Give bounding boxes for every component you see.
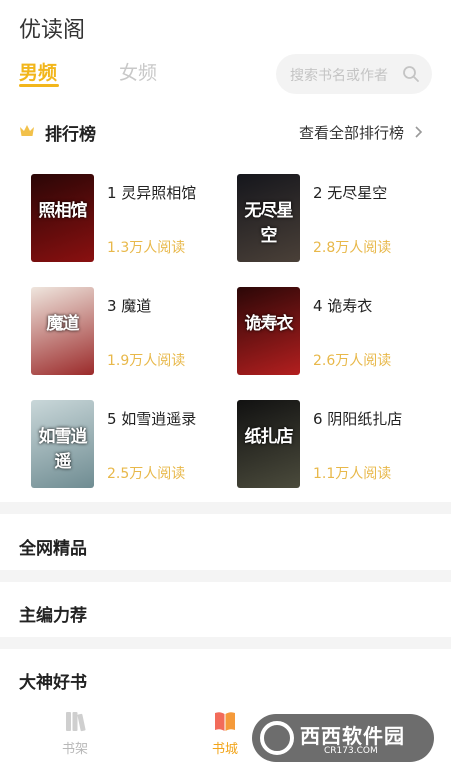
chevron-right-icon[interactable] xyxy=(413,125,423,139)
nav-bookshelf-label: 书架 xyxy=(61,742,88,757)
read-count: 2.8万人阅读 xyxy=(313,240,392,256)
search-icon[interactable] xyxy=(402,65,420,83)
tab-active-indicator xyxy=(19,84,59,87)
search-placeholder: 搜索书名或作者 xyxy=(290,68,388,84)
tab-male-label: 男频 xyxy=(19,62,58,84)
read-count: 1.1万人阅读 xyxy=(313,466,392,482)
cover-title: 魔道 xyxy=(46,314,80,334)
watermark-logo: 西西软件园 CR173.COM xyxy=(252,714,434,762)
search-input[interactable]: 搜索书名或作者 xyxy=(276,54,432,94)
book-item[interactable]: 纸扎店 6 阴阳纸扎店 1.1万人阅读 xyxy=(237,400,437,490)
tab-male[interactable]: 男频 xyxy=(19,58,59,87)
book-title[interactable]: 1 灵异照相馆 xyxy=(107,182,196,203)
book-title[interactable]: 6 阴阳纸扎店 xyxy=(313,408,402,429)
read-count: 2.6万人阅读 xyxy=(313,353,392,369)
book-title[interactable]: 4 诡寿衣 xyxy=(313,295,372,316)
watermark-emblem xyxy=(260,721,294,755)
cover-title: 无尽星空 xyxy=(244,201,294,246)
read-count: 1.9万人阅读 xyxy=(107,353,186,369)
bookshelf-icon xyxy=(66,712,86,732)
book-title[interactable]: 3 魔道 xyxy=(107,295,151,316)
read-count: 2.5万人阅读 xyxy=(107,466,186,482)
section-premium[interactable]: 全网精品 xyxy=(19,534,87,559)
book-title[interactable]: 2 无尽星空 xyxy=(313,182,387,203)
nav-bookstore[interactable]: 书城 xyxy=(195,708,255,757)
nav-bookshelf[interactable]: 书架 xyxy=(45,708,105,757)
cover-title: 纸扎店 xyxy=(244,427,294,447)
section-editor-picks[interactable]: 主编力荐 xyxy=(19,601,87,626)
cover-title: 如雪逍遥 xyxy=(38,427,88,472)
book-item[interactable]: 诡寿衣 4 诡寿衣 2.6万人阅读 xyxy=(237,287,437,377)
book-cover[interactable]: 无尽星空 xyxy=(237,174,300,262)
ranking-header: 排行榜 查看全部排行榜 xyxy=(0,116,451,148)
book-cover[interactable]: 照相馆 xyxy=(31,174,94,262)
book-cover[interactable]: 如雪逍遥 xyxy=(31,400,94,488)
ranking-title: 排行榜 xyxy=(45,125,96,145)
app-title: 优读阁 xyxy=(19,18,86,43)
book-item[interactable]: 照相馆 1 灵异照相馆 1.3万人阅读 xyxy=(31,174,231,264)
cover-title: 诡寿衣 xyxy=(244,314,294,334)
book-item[interactable]: 无尽星空 2 无尽星空 2.8万人阅读 xyxy=(237,174,437,264)
read-count: 1.3万人阅读 xyxy=(107,240,186,256)
book-cover[interactable]: 诡寿衣 xyxy=(237,287,300,375)
watermark-brand: 西西软件园 xyxy=(300,724,405,748)
watermark-url: CR173.COM xyxy=(324,746,378,756)
book-item[interactable]: 如雪逍遥 5 如雪逍遥录 2.5万人阅读 xyxy=(31,400,231,490)
section-divider xyxy=(0,502,451,514)
view-all-ranking-link[interactable]: 查看全部排行榜 xyxy=(299,122,404,143)
section-divider xyxy=(0,570,451,582)
book-title[interactable]: 5 如雪逍遥录 xyxy=(107,408,196,429)
book-cover[interactable]: 纸扎店 xyxy=(237,400,300,488)
section-divider xyxy=(0,637,451,649)
tab-female-label: 女频 xyxy=(119,62,158,84)
nav-bookstore-label: 书城 xyxy=(211,742,238,757)
crown-icon xyxy=(20,125,34,136)
tab-female[interactable]: 女频 xyxy=(119,58,157,85)
book-item[interactable]: 魔道 3 魔道 1.9万人阅读 xyxy=(31,287,231,377)
bookstore-icon xyxy=(215,712,235,731)
section-top-authors[interactable]: 大神好书 xyxy=(19,668,87,693)
channel-tabs: 男频 女频 xyxy=(19,58,219,92)
book-cover[interactable]: 魔道 xyxy=(31,287,94,375)
cover-title: 照相馆 xyxy=(38,201,88,221)
